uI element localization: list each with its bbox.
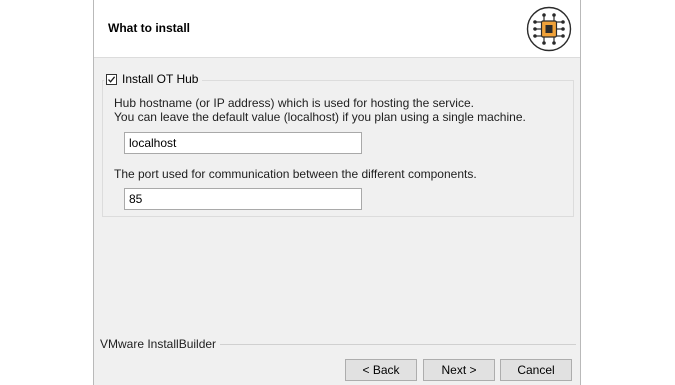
install-ot-hub-label: Install OT Hub <box>122 72 199 86</box>
circuit-chip-icon <box>526 6 572 52</box>
port-description: The port used for communication between … <box>114 167 477 181</box>
page-title: What to install <box>108 21 190 35</box>
next-button[interactable]: Next > <box>423 359 495 381</box>
hostname-description-line1: Hub hostname (or IP address) which is us… <box>114 96 474 110</box>
screen: What to install Hub hostname (or IP addr… <box>0 0 675 385</box>
installer-window: What to install Hub hostname (or IP addr… <box>93 0 581 385</box>
install-ot-hub-option[interactable]: Install OT Hub <box>104 70 203 88</box>
hostname-description-line2: You can leave the default value (localho… <box>114 110 526 124</box>
installer-brand-label: VMware InstallBuilder <box>100 337 221 351</box>
hostname-input[interactable]: localhost <box>124 132 362 154</box>
back-button[interactable]: < Back <box>345 359 417 381</box>
header-panel: What to install <box>94 0 580 58</box>
install-options-group: Hub hostname (or IP address) which is us… <box>102 80 574 217</box>
port-input[interactable]: 85 <box>124 188 362 210</box>
cancel-button[interactable]: Cancel <box>500 359 572 381</box>
install-ot-hub-checkbox[interactable] <box>106 73 117 85</box>
